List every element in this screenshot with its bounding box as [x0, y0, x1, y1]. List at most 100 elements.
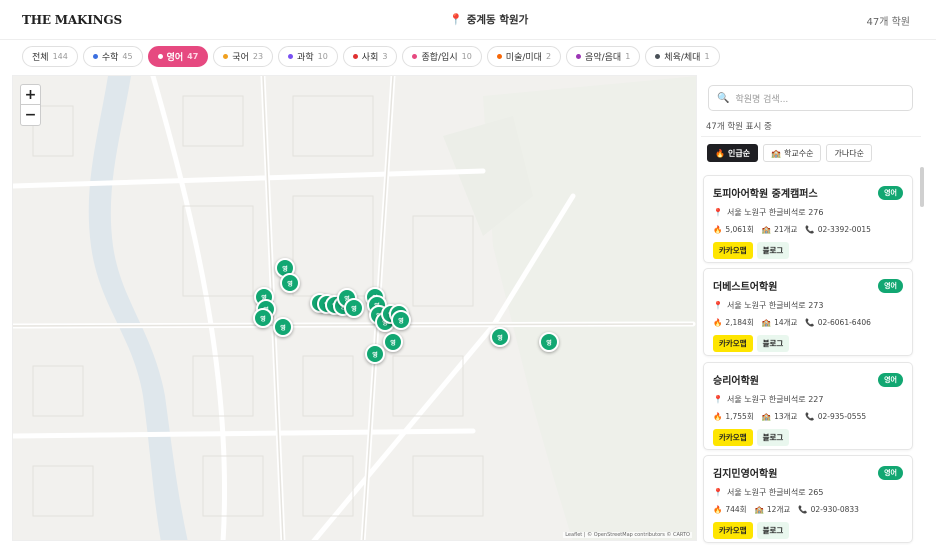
zoom-control: + −	[20, 84, 41, 126]
filter-chip-6[interactable]: 종합/입시 10	[402, 46, 482, 67]
filter-chip-1[interactable]: 수학 45	[82, 46, 143, 67]
map-attribution[interactable]: Leaflet | © OpenStreetMap contributors ©…	[563, 532, 692, 538]
kakao-map-button[interactable]: 카카오맵	[713, 522, 753, 539]
category-dot-icon	[496, 54, 502, 59]
school-icon: 🏫	[771, 148, 782, 158]
phone-number[interactable]: 📞 02-935-0555	[805, 412, 866, 421]
blog-button[interactable]: 블로그	[756, 429, 790, 446]
category-dot-icon	[288, 54, 294, 59]
view-count: 🔥 744회	[713, 505, 747, 514]
academy-meta: 🔥 744회 🏫 12개교 📞 02-930-0833	[713, 504, 903, 515]
academy-marker[interactable]: 영	[280, 273, 300, 293]
subject-badge: 영어	[878, 186, 903, 200]
kakao-map-button[interactable]: 카카오맵	[713, 429, 753, 446]
category-dot-icon	[223, 54, 229, 59]
address-text: 서울 노원구 한글비석로 265	[726, 488, 824, 497]
filter-chip-8[interactable]: 음악/음대 1	[566, 46, 641, 67]
academy-list-panel: 🔍 학원명 검색... 47개 학원 표시 중 🔥 인급순 🏫 학교수순 가나다순 토피…	[697, 75, 924, 545]
academy-marker[interactable]: 영	[391, 310, 411, 330]
school-icon: 🏫	[761, 225, 772, 234]
filter-chip-3[interactable]: 국어 23	[213, 46, 274, 67]
list-scrollbar[interactable]	[920, 167, 924, 207]
phone-number[interactable]: 📞 02-3392-0015	[805, 225, 870, 234]
sort-button-1[interactable]: 🏫 학교수순	[763, 144, 822, 162]
academy-marker[interactable]: 영	[383, 332, 403, 352]
filter-chip-7[interactable]: 미술/미대 2	[486, 46, 562, 67]
map-pin-icon: 📍	[713, 395, 723, 404]
filter-chip-count: 23	[252, 52, 264, 61]
academy-marker[interactable]: 영	[253, 308, 273, 328]
academy-marker[interactable]: 영	[539, 332, 559, 352]
filter-chip-count: 10	[461, 52, 472, 61]
filter-chip-count: 47	[187, 52, 199, 61]
academy-marker[interactable]: 영	[344, 298, 364, 318]
phone-number[interactable]: 📞 02-6061-6406	[805, 318, 870, 327]
phone-icon: 📞	[805, 412, 815, 421]
phone-number[interactable]: 📞 02-930-0833	[798, 505, 859, 514]
academy-card[interactable]: 승리어학원 영어 📍 서울 노원구 한글비석로 227 🔥 1,755회 🏫 13개…	[703, 362, 913, 450]
academy-name[interactable]: 김지민영어학원	[713, 465, 903, 480]
map-pin-icon: 📍	[713, 208, 723, 217]
filter-chip-label: 영어	[166, 53, 184, 63]
school-count: 🏫 12개교	[754, 505, 791, 514]
blog-button[interactable]: 블로그	[756, 522, 790, 539]
location-label: 중계동 학원가	[466, 14, 529, 26]
location-title: 📍 중계동 학원가	[449, 12, 528, 27]
search-input[interactable]: 🔍 학원명 검색...	[708, 85, 913, 111]
academy-card[interactable]: 김지민영어학원 영어 📍 서울 노원구 한글비석로 265 🔥 744회 🏫 12개…	[703, 455, 913, 543]
blog-button[interactable]: 블로그	[756, 335, 790, 352]
link-buttons: 카카오맵 블로그	[713, 335, 903, 352]
address-text: 서울 노원구 한글비석로 227	[726, 395, 824, 404]
blog-button[interactable]: 블로그	[756, 242, 790, 259]
filter-chip-5[interactable]: 사회 3	[342, 46, 398, 67]
link-buttons: 카카오맵 블로그	[713, 429, 903, 446]
kakao-map-button[interactable]: 카카오맵	[713, 242, 753, 259]
phone-icon: 📞	[805, 225, 815, 234]
filter-chip-0[interactable]: 전체 144	[22, 46, 78, 67]
subject-badge: 영어	[878, 373, 903, 387]
link-buttons: 카카오맵 블로그	[713, 242, 903, 259]
academy-address: 📍 서울 노원구 한글비석로 227	[713, 394, 903, 405]
kakao-map-button[interactable]: 카카오맵	[713, 335, 753, 352]
filter-chip-9[interactable]: 체육/체대 1	[645, 46, 720, 67]
academy-name[interactable]: 더베스트어학원	[713, 278, 903, 293]
top-header: THE MAKINGS 📍 중계동 학원가 47개 학원	[0, 0, 936, 40]
sort-label: 인급순	[727, 148, 751, 158]
zoom-out-button[interactable]: −	[21, 105, 40, 125]
filter-chip-label: 사회	[361, 53, 379, 63]
academy-name[interactable]: 토피아어학원 중계캠퍼스	[713, 185, 903, 200]
academy-card[interactable]: 더베스트어학원 영어 📍 서울 노원구 한글비석로 273 🔥 2,184회 🏫 1…	[703, 268, 913, 356]
sort-button-0[interactable]: 🔥 인급순	[707, 144, 759, 162]
category-filter-bar: 전체 144 수학 45 영어 47 국어 23 과학 10 사회 3 종합/입시 10 미술/미대 2 음악/…	[22, 46, 720, 68]
academy-marker[interactable]: 영	[273, 317, 293, 337]
map-view[interactable]: + − 영영영영영영영영영영영영영영영영영영영영영영영 Leaflet | © …	[12, 75, 697, 541]
filter-chip-2[interactable]: 영어 47	[147, 46, 209, 67]
academy-name[interactable]: 승리어학원	[713, 372, 903, 387]
school-icon: 🏫	[761, 412, 772, 421]
filter-chip-label: 미술/미대	[505, 53, 542, 63]
filter-chip-count: 1	[625, 52, 631, 61]
academy-marker[interactable]: 영	[365, 344, 385, 364]
shown-count-text: 47개 학원 표시 중	[706, 122, 772, 132]
filter-chip-label: 종합/입시	[421, 53, 458, 63]
academy-address: 📍 서울 노원구 한글비석로 265	[713, 487, 903, 498]
logo[interactable]: THE MAKINGS	[22, 13, 122, 27]
filter-chip-label: 국어	[232, 53, 249, 63]
filter-chip-4[interactable]: 과학 10	[278, 46, 338, 67]
school-count: 🏫 21개교	[761, 225, 798, 234]
filter-chip-count: 3	[382, 52, 388, 61]
address-text: 서울 노원구 한글비석로 273	[726, 301, 824, 310]
view-count: 🔥 2,184회	[713, 318, 754, 327]
category-dot-icon	[92, 54, 98, 59]
link-buttons: 카카오맵 블로그	[713, 522, 903, 539]
academy-card[interactable]: 토피아어학원 중계캠퍼스 영어 📍 서울 노원구 한글비석로 276 🔥 5,06…	[703, 175, 913, 263]
sort-button-2[interactable]: 가나다순	[826, 144, 872, 162]
academy-marker[interactable]: 영	[490, 327, 510, 347]
filter-chip-label: 체육/체대	[664, 53, 701, 63]
filter-chip-count: 2	[545, 52, 552, 61]
category-dot-icon	[655, 54, 661, 59]
zoom-in-button[interactable]: +	[21, 85, 40, 105]
phone-icon: 📞	[798, 505, 808, 514]
category-dot-icon	[576, 54, 582, 59]
filter-chip-count: 1	[704, 52, 710, 61]
